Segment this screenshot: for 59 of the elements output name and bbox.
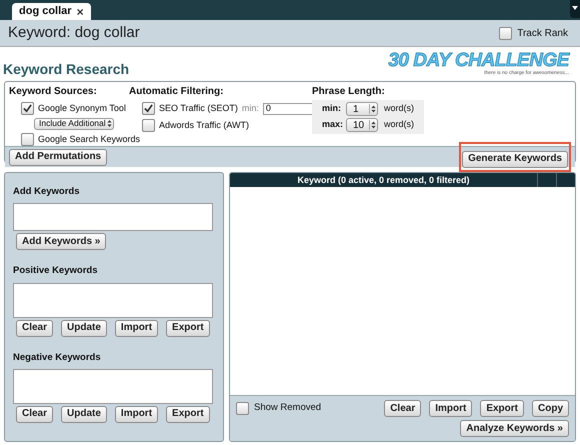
action-button[interactable]: Export — [480, 400, 524, 417]
section-heading: Positive Keywords — [13, 264, 98, 278]
action-button[interactable]: Update — [61, 406, 107, 423]
column-header[interactable]: Keyword (0 active, 0 removed, 0 filtered) — [230, 173, 537, 187]
stepper-arrows-icon — [369, 104, 377, 114]
action-button[interactable]: Export — [166, 320, 210, 336]
checkbox[interactable] — [236, 402, 249, 415]
action-button[interactable]: Copy — [532, 400, 569, 417]
group-heading: Keyword Sources: — [9, 85, 98, 99]
action-button[interactable]: Update — [61, 320, 107, 336]
tab-label: dog collar — [19, 4, 72, 20]
group-heading: Automatic Filtering: — [129, 85, 224, 99]
field-label: max: — [322, 118, 340, 132]
min-label: min: — [242, 102, 259, 115]
checkmark-icon — [144, 104, 153, 114]
stepper-arrows-icon — [369, 120, 377, 130]
checkbox-label: Track Rank — [517, 26, 568, 40]
checkmark-icon — [23, 104, 32, 114]
group-heading: Phrase Length: — [312, 85, 386, 99]
number-stepper[interactable]: 1 — [346, 102, 378, 116]
min-field[interactable]: 0 — [262, 102, 315, 115]
checkbox[interactable] — [142, 102, 155, 116]
keywords-field[interactable] — [13, 368, 213, 404]
keywords-field[interactable] — [13, 282, 213, 318]
action-button[interactable]: Import — [429, 400, 472, 417]
unit-label: word(s) — [384, 118, 414, 132]
checkbox[interactable] — [21, 132, 34, 146]
close-button[interactable]: × — [76, 2, 84, 20]
checkbox-label: Google Synonym Tool — [38, 102, 126, 115]
action-button[interactable]: Add Keywords » — [16, 233, 106, 250]
number-stepper[interactable]: 10 — [346, 118, 378, 132]
checkbox-label: Adwords Traffic (AWT) — [159, 118, 250, 132]
section-title: Keyword Research — [3, 60, 130, 79]
keywords-field[interactable] — [13, 203, 213, 232]
keyword-title: Keyword: dog collar — [8, 22, 140, 43]
checkbox[interactable] — [142, 118, 155, 132]
checkbox-label: Google Search Keywords — [38, 132, 140, 146]
action-button[interactable]: Add Permutations — [9, 148, 108, 166]
stepper-arrows-icon — [106, 119, 113, 128]
action-button[interactable]: Clear — [16, 406, 54, 423]
checkbox-label: Show Removed — [254, 401, 322, 416]
action-button[interactable]: Clear — [16, 320, 54, 336]
section-heading: Negative Keywords — [13, 350, 102, 364]
field-label: min: — [322, 102, 340, 116]
action-button[interactable]: Analyze Keywords » — [460, 420, 569, 437]
checkbox[interactable] — [499, 26, 512, 40]
include-select[interactable]: Include Additional — [34, 118, 114, 130]
document-tab[interactable]: dog collar × — [12, 3, 91, 20]
logo-title: 30 DAY CHALLENGE — [388, 51, 569, 70]
dropdown-icon[interactable] — [570, 0, 580, 18]
action-button[interactable]: Import — [114, 320, 158, 336]
action-button[interactable]: Export — [166, 406, 210, 423]
checkbox-label: SEO Traffic (SEOT) — [159, 102, 238, 115]
section-heading: Add Keywords — [13, 185, 81, 199]
action-button[interactable]: Import — [114, 406, 158, 423]
unit-label: word(s) — [384, 102, 414, 116]
action-button[interactable]: Generate Keywords — [462, 150, 568, 168]
checkbox[interactable] — [21, 102, 34, 116]
action-button[interactable]: Clear — [384, 400, 422, 417]
